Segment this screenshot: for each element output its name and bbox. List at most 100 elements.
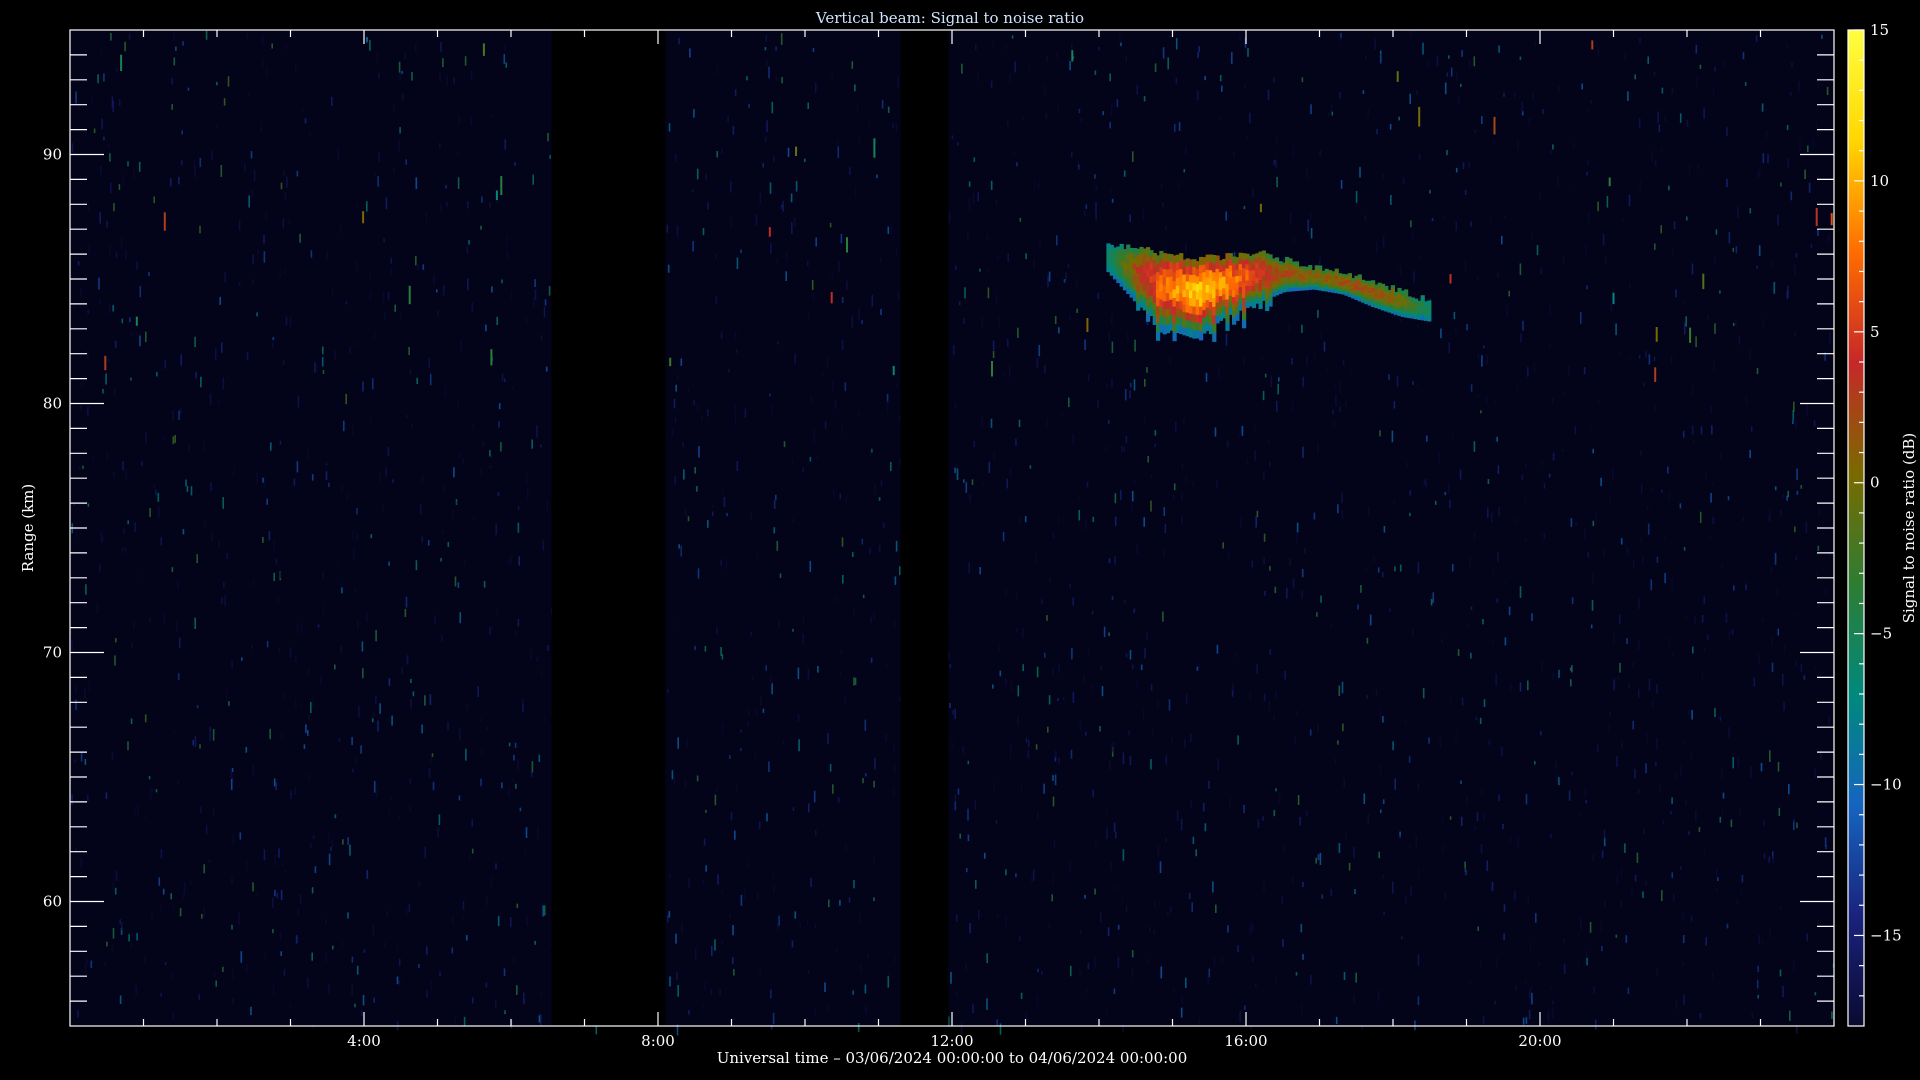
noise-pixel [1377, 990, 1380, 1001]
noise-pixel [1208, 780, 1210, 789]
noise-pixel [263, 235, 265, 244]
noise-pixel [447, 542, 450, 547]
echo-cell [1225, 322, 1230, 331]
noise-pixel [1634, 74, 1636, 80]
noise-pixel [995, 294, 998, 305]
noise-pixel [1254, 983, 1257, 987]
noise-pixel [1776, 588, 1778, 596]
noise-pixel [283, 691, 285, 699]
noise-pixel [732, 126, 735, 135]
noise-pixel [1825, 589, 1827, 596]
noise-pixel [80, 857, 82, 870]
noise-pixel [231, 878, 233, 884]
noise-pixel [439, 971, 441, 977]
noise-pixel [390, 267, 393, 276]
noise-pixel [177, 673, 180, 681]
noise-pixel [899, 458, 901, 466]
noise-pixel [1694, 616, 1697, 624]
noise-pixel [530, 771, 533, 777]
noise-spike [500, 176, 503, 195]
noise-pixel [1441, 638, 1443, 643]
noise-pixel [671, 428, 673, 437]
noise-pixel [180, 160, 183, 166]
noise-pixel [1147, 455, 1149, 463]
noise-pixel [1461, 697, 1464, 706]
noise-pixel [274, 889, 276, 897]
noise-pixel [1084, 339, 1086, 350]
noise-spike [1654, 367, 1657, 382]
noise-pixel [1339, 406, 1341, 412]
noise-pixel [156, 371, 158, 377]
noise-pixel [782, 739, 785, 745]
noise-pixel [506, 250, 509, 259]
noise-pixel [1794, 264, 1796, 275]
noise-pixel [1466, 795, 1468, 807]
noise-pixel [1079, 969, 1081, 978]
noise-pixel [1763, 853, 1766, 859]
noise-pixel [1504, 581, 1507, 586]
noise-pixel [421, 536, 424, 543]
noise-pixel [990, 418, 993, 428]
noise-pixel [1185, 475, 1188, 483]
noise-pixel [1706, 315, 1709, 320]
noise-pixel [967, 808, 969, 821]
noise-pixel [114, 340, 117, 348]
noise-pixel [1417, 996, 1420, 1005]
noise-pixel [1481, 116, 1483, 124]
noise-pixel [428, 358, 431, 368]
noise-pixel [997, 256, 999, 261]
noise-pixel [114, 887, 117, 895]
noise-pixel [1080, 117, 1083, 123]
noise-pixel [772, 1012, 775, 1024]
noise-pixel [1671, 356, 1673, 364]
noise-pixel [1108, 420, 1110, 424]
noise-pixel [1710, 493, 1712, 503]
noise-pixel [1705, 937, 1707, 946]
noise-pixel [1054, 315, 1057, 324]
noise-pixel [1503, 904, 1506, 912]
noise-pixel [755, 215, 758, 226]
noise-pixel [505, 62, 508, 68]
noise-pixel [1531, 992, 1533, 1005]
noise-pixel [1063, 279, 1066, 283]
noise-pixel [1031, 874, 1033, 884]
noise-pixel [1737, 206, 1739, 218]
noise-pixel [1697, 165, 1700, 170]
noise-pixel [1455, 326, 1457, 333]
noise-pixel [1143, 517, 1145, 527]
noise-pixel [272, 897, 274, 908]
noise-pixel [1208, 968, 1211, 978]
noise-pixel [1661, 147, 1663, 152]
noise-pixel [1136, 84, 1138, 95]
noise-pixel [1475, 716, 1478, 720]
noise-pixel [1682, 935, 1685, 944]
noise-pixel [144, 954, 146, 963]
noise-pixel [841, 537, 844, 547]
noise-pixel [1225, 333, 1228, 346]
noise-pixel [1007, 253, 1009, 262]
noise-pixel [119, 919, 121, 925]
noise-pixel [1263, 693, 1266, 701]
noise-pixel [526, 473, 528, 484]
noise-pixel [211, 532, 214, 543]
noise-pixel [730, 217, 733, 228]
noise-pixel [1793, 961, 1795, 971]
noise-pixel [251, 279, 254, 285]
noise-pixel [1756, 265, 1758, 269]
noise-pixel [1367, 109, 1370, 118]
noise-pixel [1160, 184, 1163, 190]
noise-pixel [1460, 816, 1463, 827]
noise-pixel [151, 787, 153, 795]
noise-pixel [1198, 46, 1200, 53]
noise-pixel [194, 336, 196, 348]
noise-pixel [1827, 233, 1830, 242]
noise-pixel [524, 848, 526, 855]
noise-pixel [1498, 794, 1500, 801]
noise-pixel [269, 728, 271, 740]
noise-pixel [1520, 333, 1522, 343]
noise-pixel [352, 768, 354, 773]
noise-pixel [1643, 828, 1645, 835]
noise-pixel [1178, 181, 1180, 189]
noise-pixel [1463, 868, 1466, 877]
noise-pixel [1476, 812, 1479, 822]
